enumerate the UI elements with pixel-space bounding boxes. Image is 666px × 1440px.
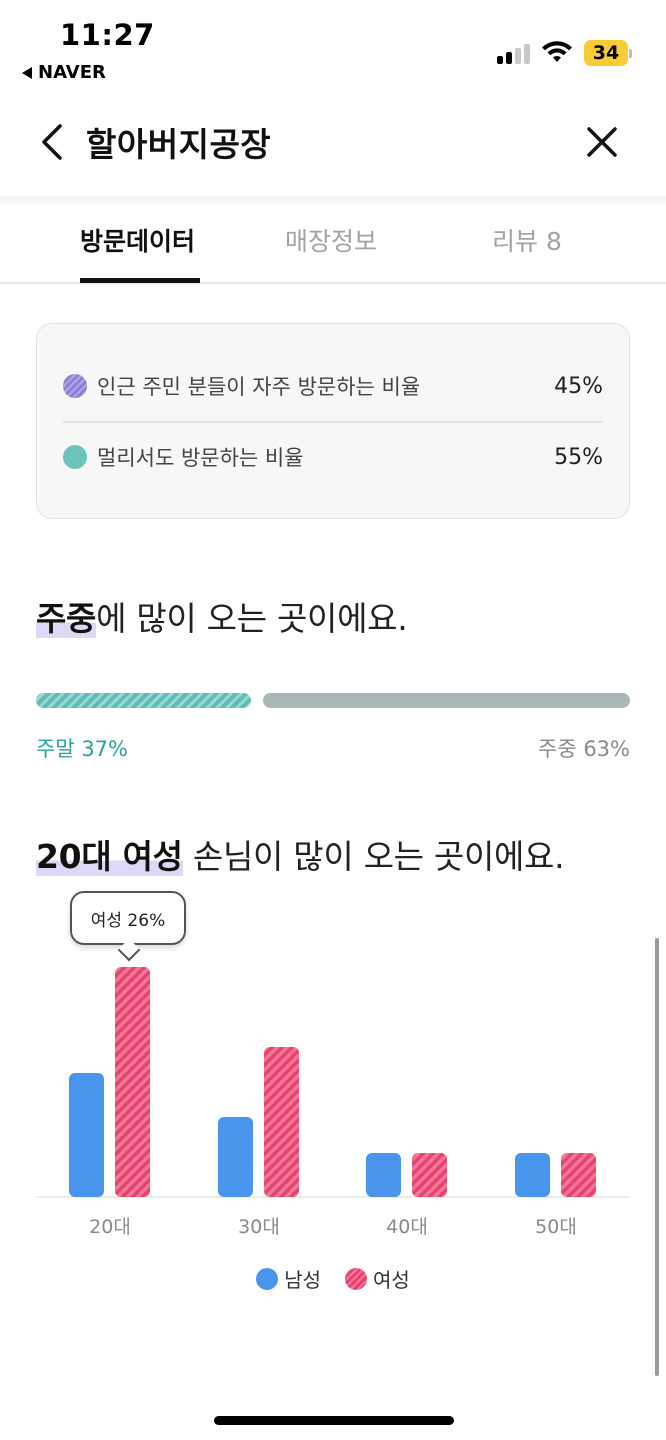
weekday-headline-rest: 에 많이 오는 곳이에요. bbox=[96, 599, 408, 638]
bar-female-50대[interactable] bbox=[561, 1153, 596, 1197]
back-to-app-link[interactable]: NAVER bbox=[22, 62, 106, 83]
x-tick-20s: 20대 bbox=[89, 1216, 131, 1238]
tab-store-info[interactable]: 매장정보 bbox=[285, 222, 377, 258]
chevron-left-icon[interactable] bbox=[36, 122, 70, 162]
status-bar: 11:27 NAVER 34 bbox=[0, 0, 666, 90]
weekday-share-bar bbox=[263, 693, 630, 708]
close-icon[interactable] bbox=[582, 122, 622, 162]
scrollbar[interactable] bbox=[655, 938, 659, 1376]
age-headline: 20대 여성 손님이 많이 오는 곳이에요. bbox=[36, 830, 565, 878]
bar-female-40대[interactable] bbox=[412, 1153, 447, 1197]
legend-male-label: 남성 bbox=[284, 1268, 321, 1292]
battery-level: 34 bbox=[584, 40, 628, 66]
bar-male-50대[interactable] bbox=[515, 1153, 550, 1197]
weekday-headline-strong: 주중 bbox=[36, 599, 97, 638]
bar-male-30대[interactable] bbox=[218, 1117, 253, 1197]
ratio-row-local: 인근 주민 분들이 자주 방문하는 비율 45% bbox=[63, 366, 603, 406]
distant-legend-dot bbox=[63, 445, 87, 469]
local-legend-dot bbox=[63, 374, 87, 398]
active-tab-indicator bbox=[80, 278, 200, 283]
tab-reviews[interactable]: 리뷰 8 bbox=[492, 222, 562, 258]
visit-ratio-card: 인근 주민 분들이 자주 방문하는 비율 45% 멀리서도 방문하는 비율 55… bbox=[36, 323, 630, 519]
x-tick-30s: 30대 bbox=[238, 1216, 280, 1238]
page-header: 할아버지공장 bbox=[0, 100, 666, 184]
bar-male-20대[interactable] bbox=[69, 1073, 104, 1197]
ratio-divider bbox=[63, 421, 603, 423]
back-app-label: NAVER bbox=[38, 62, 106, 83]
cellular-signal-icon bbox=[497, 42, 533, 64]
legend-female-label: 여성 bbox=[373, 1268, 410, 1292]
status-time: 11:27 bbox=[60, 18, 155, 52]
legend-male[interactable]: 남성 bbox=[256, 1264, 321, 1293]
weekend-share-label: 주말 37% bbox=[36, 737, 128, 761]
male-legend-dot bbox=[256, 1267, 279, 1290]
home-indicator[interactable] bbox=[214, 1416, 454, 1425]
weekday-share-label: 주중 63% bbox=[538, 737, 630, 761]
chart-legend: 남성 여성 bbox=[0, 1264, 666, 1293]
back-triangle-icon bbox=[22, 66, 32, 79]
ratio-value-distant: 55% bbox=[554, 444, 603, 470]
wifi-icon bbox=[542, 41, 572, 62]
bar-female-20대[interactable] bbox=[115, 967, 150, 1197]
bar-tooltip: 여성 26% bbox=[70, 891, 186, 945]
bar-female-30대[interactable] bbox=[264, 1047, 299, 1197]
ratio-label-local: 인근 주민 분들이 자주 방문하는 비율 bbox=[97, 375, 421, 399]
weekend-share-bar bbox=[36, 693, 251, 708]
weekday-headline: 주중에 많이 오는 곳이에요. bbox=[36, 592, 408, 640]
ratio-row-distant: 멀리서도 방문하는 비율 55% bbox=[63, 437, 603, 477]
tab-bar: 방문데이터 매장정보 리뷰 8 bbox=[0, 206, 666, 284]
tab-visit-data[interactable]: 방문데이터 bbox=[80, 222, 195, 258]
header-divider bbox=[0, 196, 666, 206]
battery-icon: 34 bbox=[584, 40, 632, 66]
legend-female[interactable]: 여성 bbox=[345, 1264, 410, 1293]
x-tick-50s: 50대 bbox=[535, 1216, 577, 1238]
x-tick-40s: 40대 bbox=[386, 1216, 428, 1238]
age-headline-strong: 20대 여성 bbox=[36, 837, 183, 876]
ratio-value-local: 45% bbox=[554, 373, 603, 399]
female-legend-dot bbox=[345, 1267, 367, 1290]
bar-male-40대[interactable] bbox=[366, 1153, 401, 1197]
age-headline-rest: 손님이 많이 오는 곳이에요. bbox=[182, 837, 565, 876]
page-title: 할아버지공장 bbox=[86, 125, 272, 164]
ratio-label-distant: 멀리서도 방문하는 비율 bbox=[97, 446, 304, 470]
